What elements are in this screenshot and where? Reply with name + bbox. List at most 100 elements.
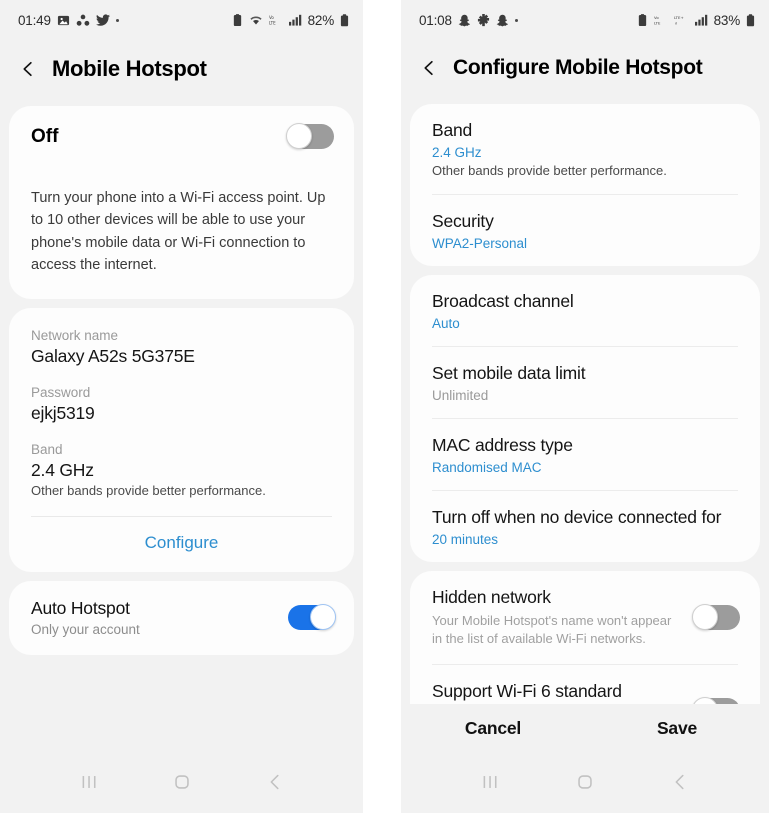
setting-security[interactable]: Security WPA2-Personal <box>410 195 760 266</box>
twitter-icon <box>95 13 110 26</box>
configure-button[interactable]: Configure <box>9 517 354 572</box>
setting-value: 20 minutes <box>432 531 499 547</box>
setting-title: Support Wi-Fi 6 standard <box>432 680 622 701</box>
page-title: Configure Mobile Hotspot <box>453 56 703 79</box>
right-title-bar: Configure Mobile Hotspot <box>401 40 769 104</box>
auto-hotspot-subtitle: Only your account <box>31 621 140 637</box>
left-scroll-content[interactable]: Off Turn your phone into a Wi-Fi access … <box>0 106 363 751</box>
toggle-knob <box>286 123 312 149</box>
status-bar-left-group: 01:08 <box>419 13 518 28</box>
hotspot-master-row[interactable]: Off <box>9 106 354 167</box>
save-button[interactable]: Save <box>585 718 769 739</box>
setting-title: Hidden network <box>432 586 551 607</box>
wifi6-toggle[interactable] <box>692 697 740 704</box>
home-icon[interactable] <box>574 771 596 793</box>
info-value: 2.4 GHz <box>31 459 94 480</box>
setting-subtitle: Your Mobile Hotspot's name won't appear … <box>432 612 672 646</box>
hotspot-description: Turn your phone into a Wi-Fi access poin… <box>31 190 326 274</box>
setting-title: Security <box>432 211 494 232</box>
hotspot-state-label: Off <box>31 125 59 147</box>
left-title-bar: Mobile Hotspot <box>0 40 363 106</box>
settings-group-toggles: Hidden network Your Mobile Hotspot's nam… <box>410 570 760 704</box>
screenshot-stage: 01:49 Vo LTE 82% Mobile Hotspot Off Turn… <box>0 0 769 813</box>
info-item-network-name: Network name Galaxy A52s 5G375E <box>9 308 354 371</box>
cancel-button[interactable]: Cancel <box>401 718 585 739</box>
group-icon <box>76 14 90 26</box>
setting-texts: Hidden network Your Mobile Hotspot's nam… <box>432 587 680 648</box>
dot-icon <box>514 18 518 22</box>
mobile-data-icon: VoLTE <box>269 15 276 25</box>
setting-broadcast-channel[interactable]: Broadcast channel Auto <box>410 275 760 346</box>
hotspot-info-card: Network name Galaxy A52s 5G375E Password… <box>9 307 354 572</box>
svg-text:ıl: ıl <box>674 20 676 25</box>
snapchat-icon <box>458 14 470 26</box>
info-value: ejkj5319 <box>31 402 95 423</box>
status-bar-left-group: 01:49 <box>18 13 119 28</box>
back-icon[interactable] <box>669 771 691 793</box>
info-value: Galaxy A52s 5G375E <box>31 345 195 366</box>
battery-icon <box>340 13 349 26</box>
left-status-bar: 01:49 Vo LTE 82% <box>0 0 363 40</box>
battery-percentage: 82% <box>307 12 335 28</box>
setting-turn-off-timer[interactable]: Turn off when no device connected for 20… <box>410 491 760 562</box>
info-item-band: Band 2.4 GHz Other bands provide better … <box>9 428 354 502</box>
battery-percentage: 83% <box>713 12 741 28</box>
setting-value: Auto <box>432 316 460 332</box>
auto-hotspot-texts: Auto Hotspot Only your account <box>31 598 140 637</box>
setting-value: Unlimited <box>432 388 489 404</box>
setting-mobile-data-limit[interactable]: Set mobile data limit Unlimited <box>410 347 760 418</box>
image-icon <box>57 15 69 25</box>
info-label: Band <box>31 441 63 457</box>
page-title: Mobile Hotspot <box>52 56 207 81</box>
hidden-network-toggle[interactable] <box>692 603 740 630</box>
snapchat-ghost-icon <box>477 13 489 26</box>
auto-hotspot-row[interactable]: Auto Hotspot Only your account <box>9 581 354 655</box>
right-phone-screen: 01:08 Vo LTE LTE+ ıl 83% Configure Mobile … <box>401 0 769 813</box>
setting-texts: Support Wi-Fi 6 standard Some devices ar… <box>432 681 680 704</box>
setting-description: Other bands provide better performance. <box>432 162 667 178</box>
alarm-icon <box>638 13 646 26</box>
action-bar: Cancel Save <box>401 704 769 751</box>
auto-hotspot-title: Auto Hotspot <box>31 597 130 618</box>
auto-hotspot-toggle[interactable] <box>288 603 336 630</box>
right-status-bar: 01:08 Vo LTE LTE+ ıl 83% <box>401 0 769 40</box>
setting-mac-address-type[interactable]: MAC address type Randomised MAC <box>410 419 760 490</box>
info-sub-text: Other bands provide better performance. <box>31 482 266 498</box>
home-icon[interactable] <box>171 771 193 793</box>
toggle-knob <box>310 603 336 630</box>
left-navigation-bar <box>0 751 363 813</box>
status-bar-clock: 01:08 <box>419 12 452 28</box>
configure-label: Configure <box>144 532 219 552</box>
svg-text:Vo: Vo <box>269 15 274 20</box>
status-bar-right-group: Vo LTE LTE+ ıl 83% <box>637 13 755 28</box>
recents-icon[interactable] <box>78 771 100 793</box>
setting-hidden-network[interactable]: Hidden network Your Mobile Hotspot's nam… <box>410 571 760 664</box>
setting-value: 2.4 GHz <box>432 144 482 160</box>
setting-band[interactable]: Band 2.4 GHz Other bands provide better … <box>410 104 760 194</box>
battery-icon <box>746 13 755 26</box>
status-bar-right-group: Vo LTE 82% <box>232 13 349 28</box>
toggle-knob <box>692 697 718 704</box>
back-chevron-icon[interactable] <box>18 59 38 79</box>
setting-wifi6-standard[interactable]: Support Wi-Fi 6 standard Some devices ar… <box>410 665 760 704</box>
setting-title: MAC address type <box>432 435 573 456</box>
dot-icon <box>115 18 119 22</box>
right-scroll-content[interactable]: Band 2.4 GHz Other bands provide better … <box>401 104 769 704</box>
status-bar-clock: 01:49 <box>18 12 51 28</box>
recents-icon[interactable] <box>479 771 501 793</box>
toggle-knob <box>692 603 718 630</box>
info-label: Network name <box>31 327 119 343</box>
panel-gap <box>363 0 401 813</box>
hotspot-master-toggle[interactable] <box>286 123 334 149</box>
back-icon[interactable] <box>264 771 286 793</box>
signal-icon <box>288 14 301 26</box>
svg-text:LTE: LTE <box>654 20 661 25</box>
settings-group-band-security: Band 2.4 GHz Other bands provide better … <box>410 104 760 267</box>
right-navigation-bar <box>401 751 769 813</box>
signal-icon <box>694 14 707 26</box>
alarm-icon <box>233 13 241 26</box>
svg-text:LTE+: LTE+ <box>674 15 684 20</box>
back-chevron-icon[interactable] <box>419 58 439 78</box>
snapchat-icon <box>496 14 508 26</box>
setting-value: Randomised MAC <box>432 459 542 475</box>
